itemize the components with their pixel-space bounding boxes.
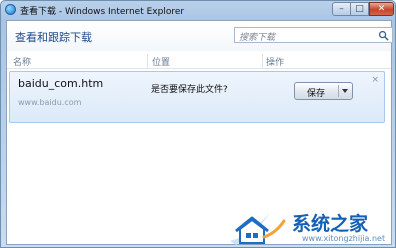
column-divider — [147, 54, 148, 68]
save-button-label: 保存 — [306, 89, 325, 99]
split-divider — [338, 85, 339, 97]
column-headers: 名称 位置 操作 — [7, 54, 391, 69]
ie-logo-icon — [5, 4, 16, 15]
download-row[interactable]: baidu_com.htm www.baidu.com 是否要保存此文件? 保存… — [9, 71, 385, 123]
minimize-icon: – — [339, 3, 344, 14]
maximize-icon: □ — [355, 3, 364, 14]
watermark-url: www.xitongzhijia.net — [302, 234, 386, 243]
file-source: www.baidu.com — [18, 98, 82, 107]
watermark-title: 系统之家 — [292, 213, 369, 235]
dismiss-download-button[interactable]: × — [371, 75, 379, 85]
file-name: baidu_com.htm — [18, 77, 104, 90]
column-header-name[interactable]: 名称 — [13, 55, 31, 68]
title-bar[interactable]: 查看下载 - Windows Internet Explorer – □ ✕ — [1, 1, 395, 19]
panel-header: 查看和跟踪下载 搜索下载 — [7, 21, 393, 51]
close-icon: ✕ — [377, 3, 386, 14]
chevron-down-icon[interactable] — [342, 89, 348, 93]
maximize-button[interactable]: □ — [351, 2, 369, 16]
close-window-button[interactable]: ✕ — [369, 2, 394, 16]
watermark: 系统之家 www.xitongzhijia.net — [226, 203, 396, 248]
search-placeholder: 搜索下载 — [239, 33, 276, 43]
minimize-button[interactable]: – — [332, 2, 351, 16]
window-title: 查看下载 - Windows Internet Explorer — [20, 7, 185, 17]
column-header-actions[interactable]: 操作 — [266, 55, 284, 68]
save-prompt: 是否要保存此文件? — [151, 85, 228, 95]
page-title: 查看和跟踪下载 — [15, 31, 92, 44]
search-input[interactable]: 搜索下载 — [234, 27, 393, 43]
column-header-location[interactable]: 位置 — [152, 55, 170, 68]
search-icon[interactable] — [378, 30, 389, 41]
column-divider — [262, 54, 263, 68]
house-logo-icon — [230, 213, 286, 245]
save-button[interactable]: 保存 — [294, 82, 353, 100]
